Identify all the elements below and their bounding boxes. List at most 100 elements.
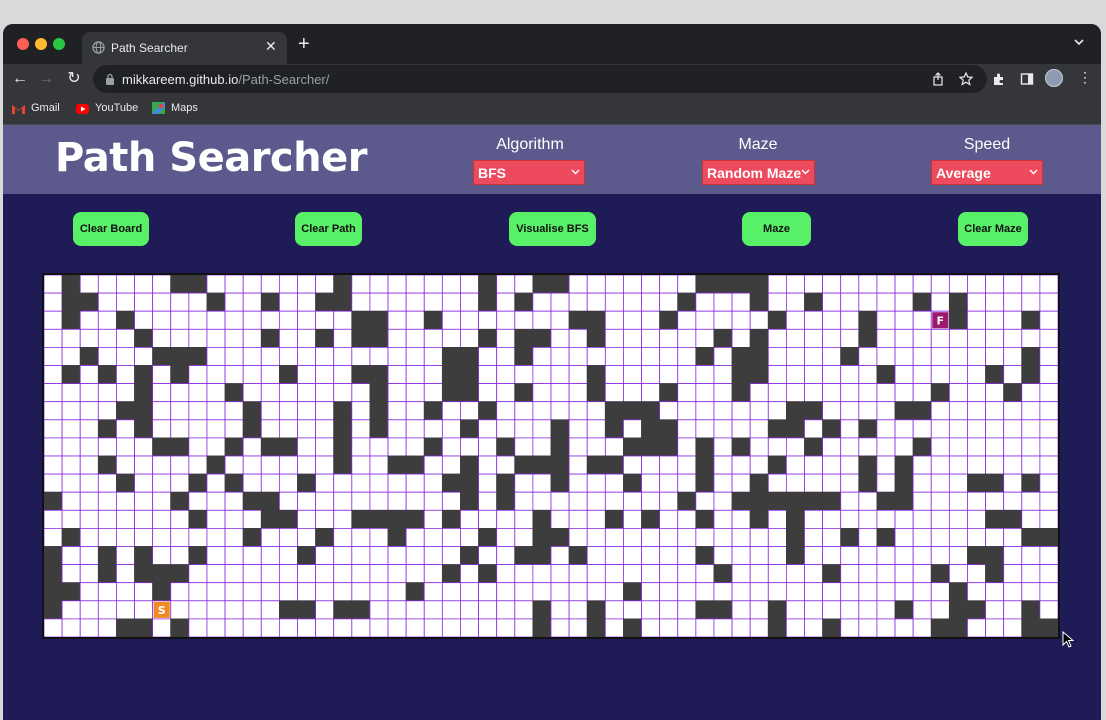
grid-cell[interactable] (351, 564, 371, 584)
grid-cell[interactable] (948, 347, 968, 366)
grid-cell[interactable] (568, 582, 588, 602)
clear-board-button[interactable]: Clear Board (73, 212, 149, 246)
grid-cell[interactable] (840, 274, 860, 294)
grid-cell[interactable] (116, 437, 135, 457)
grid-cell[interactable] (242, 437, 262, 457)
close-window-button[interactable] (17, 38, 29, 50)
grid-cell[interactable] (1021, 509, 1041, 529)
grid-cell[interactable] (1021, 328, 1041, 348)
wall-cell[interactable] (170, 365, 190, 385)
grid-cell[interactable] (188, 491, 208, 511)
grid-cell[interactable] (858, 401, 878, 421)
grid-cell[interactable] (532, 419, 552, 439)
grid-cell[interactable] (623, 274, 642, 294)
wall-cell[interactable] (134, 564, 154, 584)
grid-cell[interactable] (242, 546, 262, 566)
grid-cell[interactable] (423, 274, 443, 294)
grid-cell[interactable] (948, 274, 968, 294)
grid-cell[interactable] (315, 455, 335, 475)
grid-cell[interactable] (930, 274, 950, 294)
grid-cell[interactable] (822, 328, 842, 348)
grid-cell[interactable] (460, 527, 479, 547)
grid-cell[interactable] (188, 527, 208, 547)
wall-cell[interactable] (767, 618, 787, 638)
wall-cell[interactable] (731, 383, 751, 403)
tab-path-searcher[interactable]: Path Searcher ✕ (82, 32, 287, 64)
wall-cell[interactable] (514, 455, 534, 475)
grid-cell[interactable] (713, 491, 733, 511)
wall-cell[interactable] (604, 401, 624, 421)
wall-cell[interactable] (695, 600, 715, 620)
wall-cell[interactable] (586, 455, 606, 475)
grid-cell[interactable] (604, 546, 624, 566)
wall-cell[interactable] (116, 473, 135, 493)
grid-cell[interactable] (568, 419, 588, 439)
grid-cell[interactable] (695, 618, 715, 638)
grid-cell[interactable] (97, 383, 117, 403)
grid-cell[interactable] (224, 347, 244, 366)
wall-cell[interactable] (858, 419, 878, 439)
grid-cell[interactable] (1003, 491, 1023, 511)
wall-cell[interactable] (260, 491, 280, 511)
grid-cell[interactable] (1003, 455, 1023, 475)
grid-cell[interactable] (405, 618, 425, 638)
grid-cell[interactable] (695, 419, 715, 439)
grid-cell[interactable] (460, 600, 479, 620)
grid-cell[interactable] (61, 618, 81, 638)
grid-cell[interactable] (840, 600, 860, 620)
grid-cell[interactable] (514, 473, 534, 493)
grid-cell[interactable] (713, 365, 733, 385)
grid-cell[interactable] (260, 582, 280, 602)
wall-cell[interactable] (1021, 527, 1041, 547)
grid-cell[interactable] (967, 310, 986, 330)
grid-cell[interactable] (912, 365, 932, 385)
grid-cell[interactable] (713, 419, 733, 439)
grid-cell[interactable] (351, 473, 371, 493)
wall-cell[interactable] (713, 564, 733, 584)
grid-cell[interactable] (496, 618, 516, 638)
grid-cell[interactable] (713, 292, 733, 312)
grid-cell[interactable] (604, 292, 624, 312)
grid-cell[interactable] (912, 328, 932, 348)
grid-cell[interactable] (206, 383, 226, 403)
grid-cell[interactable] (423, 347, 443, 366)
grid-cell[interactable] (188, 582, 208, 602)
grid-cell[interactable] (315, 582, 335, 602)
wall-cell[interactable] (405, 509, 425, 529)
grid-cell[interactable] (1021, 455, 1041, 475)
grid-cell[interactable] (930, 437, 950, 457)
grid-cell[interactable] (550, 401, 570, 421)
wall-cell[interactable] (514, 328, 534, 348)
wall-cell[interactable] (1021, 347, 1041, 366)
grid-cell[interactable] (840, 419, 860, 439)
wall-cell[interactable] (532, 546, 552, 566)
grid-cell[interactable] (43, 437, 63, 457)
grid-cell[interactable] (659, 527, 679, 547)
wall-cell[interactable] (1039, 618, 1059, 638)
grid-cell[interactable] (840, 546, 860, 566)
wall-cell[interactable] (785, 419, 805, 439)
grid-cell[interactable] (767, 274, 787, 294)
wall-cell[interactable] (387, 527, 407, 547)
grid-cell[interactable] (61, 546, 81, 566)
grid-cell[interactable] (315, 437, 335, 457)
grid-cell[interactable] (749, 401, 769, 421)
grid-cell[interactable] (550, 564, 570, 584)
grid-cell[interactable] (912, 473, 932, 493)
wall-cell[interactable] (297, 546, 317, 566)
grid-cell[interactable] (152, 292, 172, 312)
grid-cell[interactable] (478, 347, 498, 366)
grid-cell[interactable] (496, 401, 516, 421)
wall-cell[interactable] (152, 347, 172, 366)
grid-cell[interactable] (61, 455, 81, 475)
grid-cell[interactable] (496, 292, 516, 312)
bookmark-maps[interactable]: Maps (152, 102, 198, 114)
wall-cell[interactable] (659, 437, 679, 457)
grid-cell[interactable] (749, 546, 769, 566)
grid-cell[interactable] (641, 347, 661, 366)
grid-cell[interactable] (659, 582, 679, 602)
grid-cell[interactable] (876, 546, 896, 566)
grid-cell[interactable] (315, 509, 335, 529)
grid-cell[interactable] (43, 509, 63, 529)
grid-cell[interactable] (967, 274, 986, 294)
